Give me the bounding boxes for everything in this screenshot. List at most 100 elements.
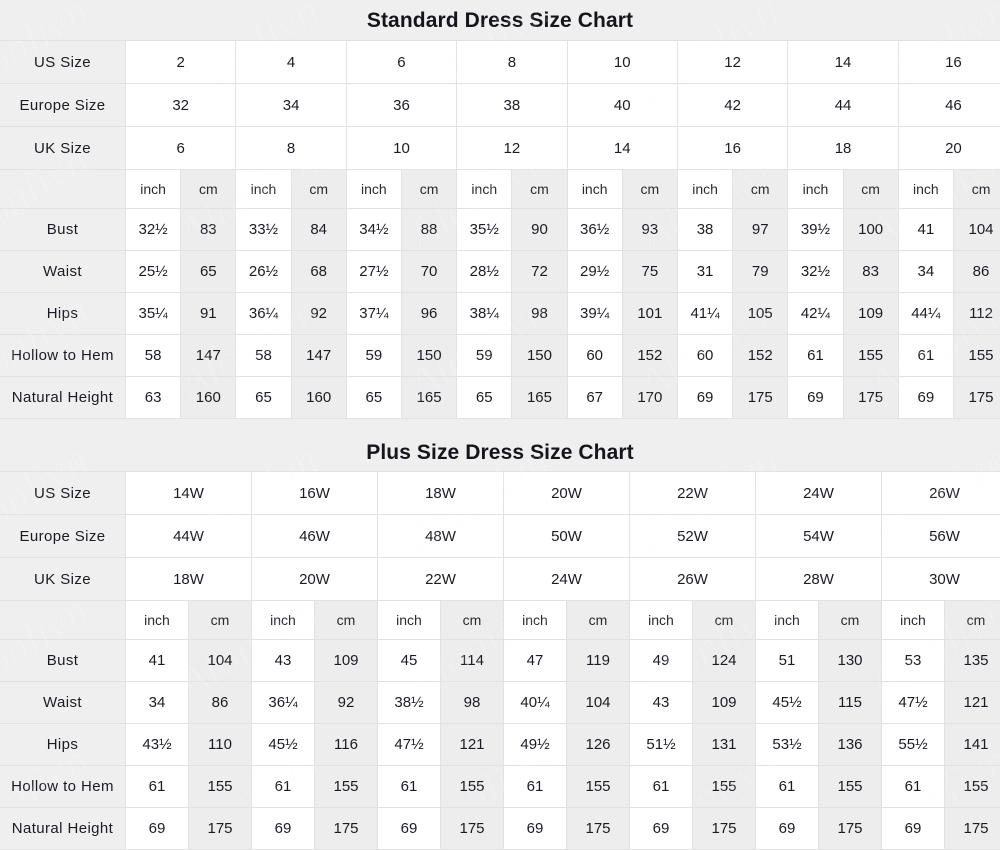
measurement-cell: 90 bbox=[512, 209, 567, 251]
measurement-row: Waist348636¼9238½9840¼1044310945½11547½1… bbox=[0, 682, 1000, 724]
measurement-cell: 59 bbox=[346, 335, 401, 377]
unit-cell: cm bbox=[819, 601, 882, 640]
size-value-cell: 12 bbox=[457, 127, 567, 170]
measurement-cell: 29½ bbox=[567, 251, 622, 293]
measurement-label: Waist bbox=[0, 682, 126, 724]
measurement-label: Hips bbox=[0, 724, 126, 766]
measurement-cell: 72 bbox=[512, 251, 567, 293]
measurement-cell: 43½ bbox=[126, 724, 189, 766]
measurement-cell: 69 bbox=[252, 808, 315, 850]
measurement-cell: 175 bbox=[843, 377, 898, 419]
unit-cell: inch bbox=[252, 601, 315, 640]
measurement-cell: 175 bbox=[953, 377, 1000, 419]
size-value-cell: 26W bbox=[630, 558, 756, 601]
measurement-cell: 135 bbox=[945, 640, 1000, 682]
size-value-cell: 8 bbox=[457, 41, 567, 84]
size-value-cell: 16 bbox=[677, 127, 787, 170]
size-value-cell: 18W bbox=[126, 558, 252, 601]
measurement-cell: 60 bbox=[567, 335, 622, 377]
measurement-cell: 36½ bbox=[567, 209, 622, 251]
unit-header-row: inchcminchcminchcminchcminchcminchcminch… bbox=[0, 170, 1000, 209]
measurement-cell: 79 bbox=[733, 251, 788, 293]
size-value-cell: 10 bbox=[346, 127, 456, 170]
measurement-cell: 100 bbox=[843, 209, 898, 251]
measurement-row: Hips43½11045½11647½12149½12651½13153½136… bbox=[0, 724, 1000, 766]
measurement-cell: 69 bbox=[882, 808, 945, 850]
unit-cell: cm bbox=[693, 601, 756, 640]
measurement-cell: 41¼ bbox=[677, 293, 732, 335]
measurement-cell: 86 bbox=[953, 251, 1000, 293]
measurement-row: Natural Height63160651606516565165671706… bbox=[0, 377, 1000, 419]
size-value-cell: 6 bbox=[346, 41, 456, 84]
chart-separator bbox=[0, 419, 1000, 433]
measurement-label: Waist bbox=[0, 251, 126, 293]
measurement-cell: 86 bbox=[189, 682, 252, 724]
unit-cell: inch bbox=[756, 601, 819, 640]
size-value-cell: 22W bbox=[630, 472, 756, 515]
unit-header-row: inchcminchcminchcminchcminchcminchcminch… bbox=[0, 601, 1000, 640]
measurement-cell: 55½ bbox=[882, 724, 945, 766]
standard-size-chart: Standard Dress Size Chart US Size2468101… bbox=[0, 0, 1000, 419]
measurement-row: Waist25½6526½6827½7028½7229½75317932½833… bbox=[0, 251, 1000, 293]
measurement-cell: 60 bbox=[677, 335, 732, 377]
measurement-cell: 49½ bbox=[504, 724, 567, 766]
size-value-cell: 18 bbox=[788, 127, 898, 170]
measurement-cell: 58 bbox=[126, 335, 181, 377]
unit-cell: cm bbox=[953, 170, 1000, 209]
measurement-cell: 38¼ bbox=[457, 293, 512, 335]
measurement-cell: 34½ bbox=[346, 209, 401, 251]
measurement-cell: 109 bbox=[843, 293, 898, 335]
size-value-cell: 14 bbox=[567, 127, 677, 170]
measurement-cell: 101 bbox=[622, 293, 677, 335]
size-header-row: Europe Size3234363840424446 bbox=[0, 84, 1000, 127]
measurement-cell: 61 bbox=[252, 766, 315, 808]
measurement-cell: 47 bbox=[504, 640, 567, 682]
measurement-cell: 155 bbox=[567, 766, 630, 808]
measurement-cell: 109 bbox=[315, 640, 378, 682]
row-label: US Size bbox=[0, 41, 126, 84]
size-value-cell: 56W bbox=[882, 515, 1000, 558]
unit-cell: cm bbox=[622, 170, 677, 209]
size-chart-page: Standard Dress Size Chart US Size2468101… bbox=[0, 0, 1000, 800]
measurement-cell: 69 bbox=[898, 377, 953, 419]
measurement-cell: 175 bbox=[189, 808, 252, 850]
measurement-cell: 36¼ bbox=[236, 293, 291, 335]
measurement-cell: 98 bbox=[441, 682, 504, 724]
measurement-cell: 51 bbox=[756, 640, 819, 682]
measurement-cell: 121 bbox=[945, 682, 1000, 724]
measurement-cell: 104 bbox=[189, 640, 252, 682]
measurement-cell: 155 bbox=[843, 335, 898, 377]
size-value-cell: 50W bbox=[504, 515, 630, 558]
measurement-cell: 49 bbox=[630, 640, 693, 682]
measurement-label: Hips bbox=[0, 293, 126, 335]
measurement-label: Bust bbox=[0, 209, 126, 251]
measurement-cell: 42¼ bbox=[788, 293, 843, 335]
size-value-cell: 16W bbox=[252, 472, 378, 515]
size-value-cell: 42 bbox=[677, 84, 787, 127]
size-value-cell: 38 bbox=[457, 84, 567, 127]
measurement-row: Hollow to Hem611556115561155611556115561… bbox=[0, 766, 1000, 808]
size-value-cell: 16 bbox=[898, 41, 1000, 84]
measurement-cell: 26½ bbox=[236, 251, 291, 293]
measurement-cell: 155 bbox=[189, 766, 252, 808]
size-value-cell: 6 bbox=[126, 127, 236, 170]
measurement-cell: 165 bbox=[512, 377, 567, 419]
measurement-cell: 25½ bbox=[126, 251, 181, 293]
unit-cell: cm bbox=[441, 601, 504, 640]
measurement-cell: 35½ bbox=[457, 209, 512, 251]
measurement-row: Hips35¼9136¼9237¼9638¼9839¼10141¼10542¼1… bbox=[0, 293, 1000, 335]
measurement-cell: 112 bbox=[953, 293, 1000, 335]
size-value-cell: 10 bbox=[567, 41, 677, 84]
measurement-cell: 155 bbox=[945, 766, 1000, 808]
size-value-cell: 24W bbox=[756, 472, 882, 515]
size-value-cell: 12 bbox=[677, 41, 787, 84]
size-value-cell: 4 bbox=[236, 41, 346, 84]
measurement-cell: 44¼ bbox=[898, 293, 953, 335]
measurement-cell: 104 bbox=[567, 682, 630, 724]
measurement-label: Natural Height bbox=[0, 377, 126, 419]
unit-cell: cm bbox=[315, 601, 378, 640]
row-label: UK Size bbox=[0, 127, 126, 170]
measurement-cell: 84 bbox=[291, 209, 346, 251]
measurement-cell: 136 bbox=[819, 724, 882, 766]
measurement-cell: 175 bbox=[567, 808, 630, 850]
